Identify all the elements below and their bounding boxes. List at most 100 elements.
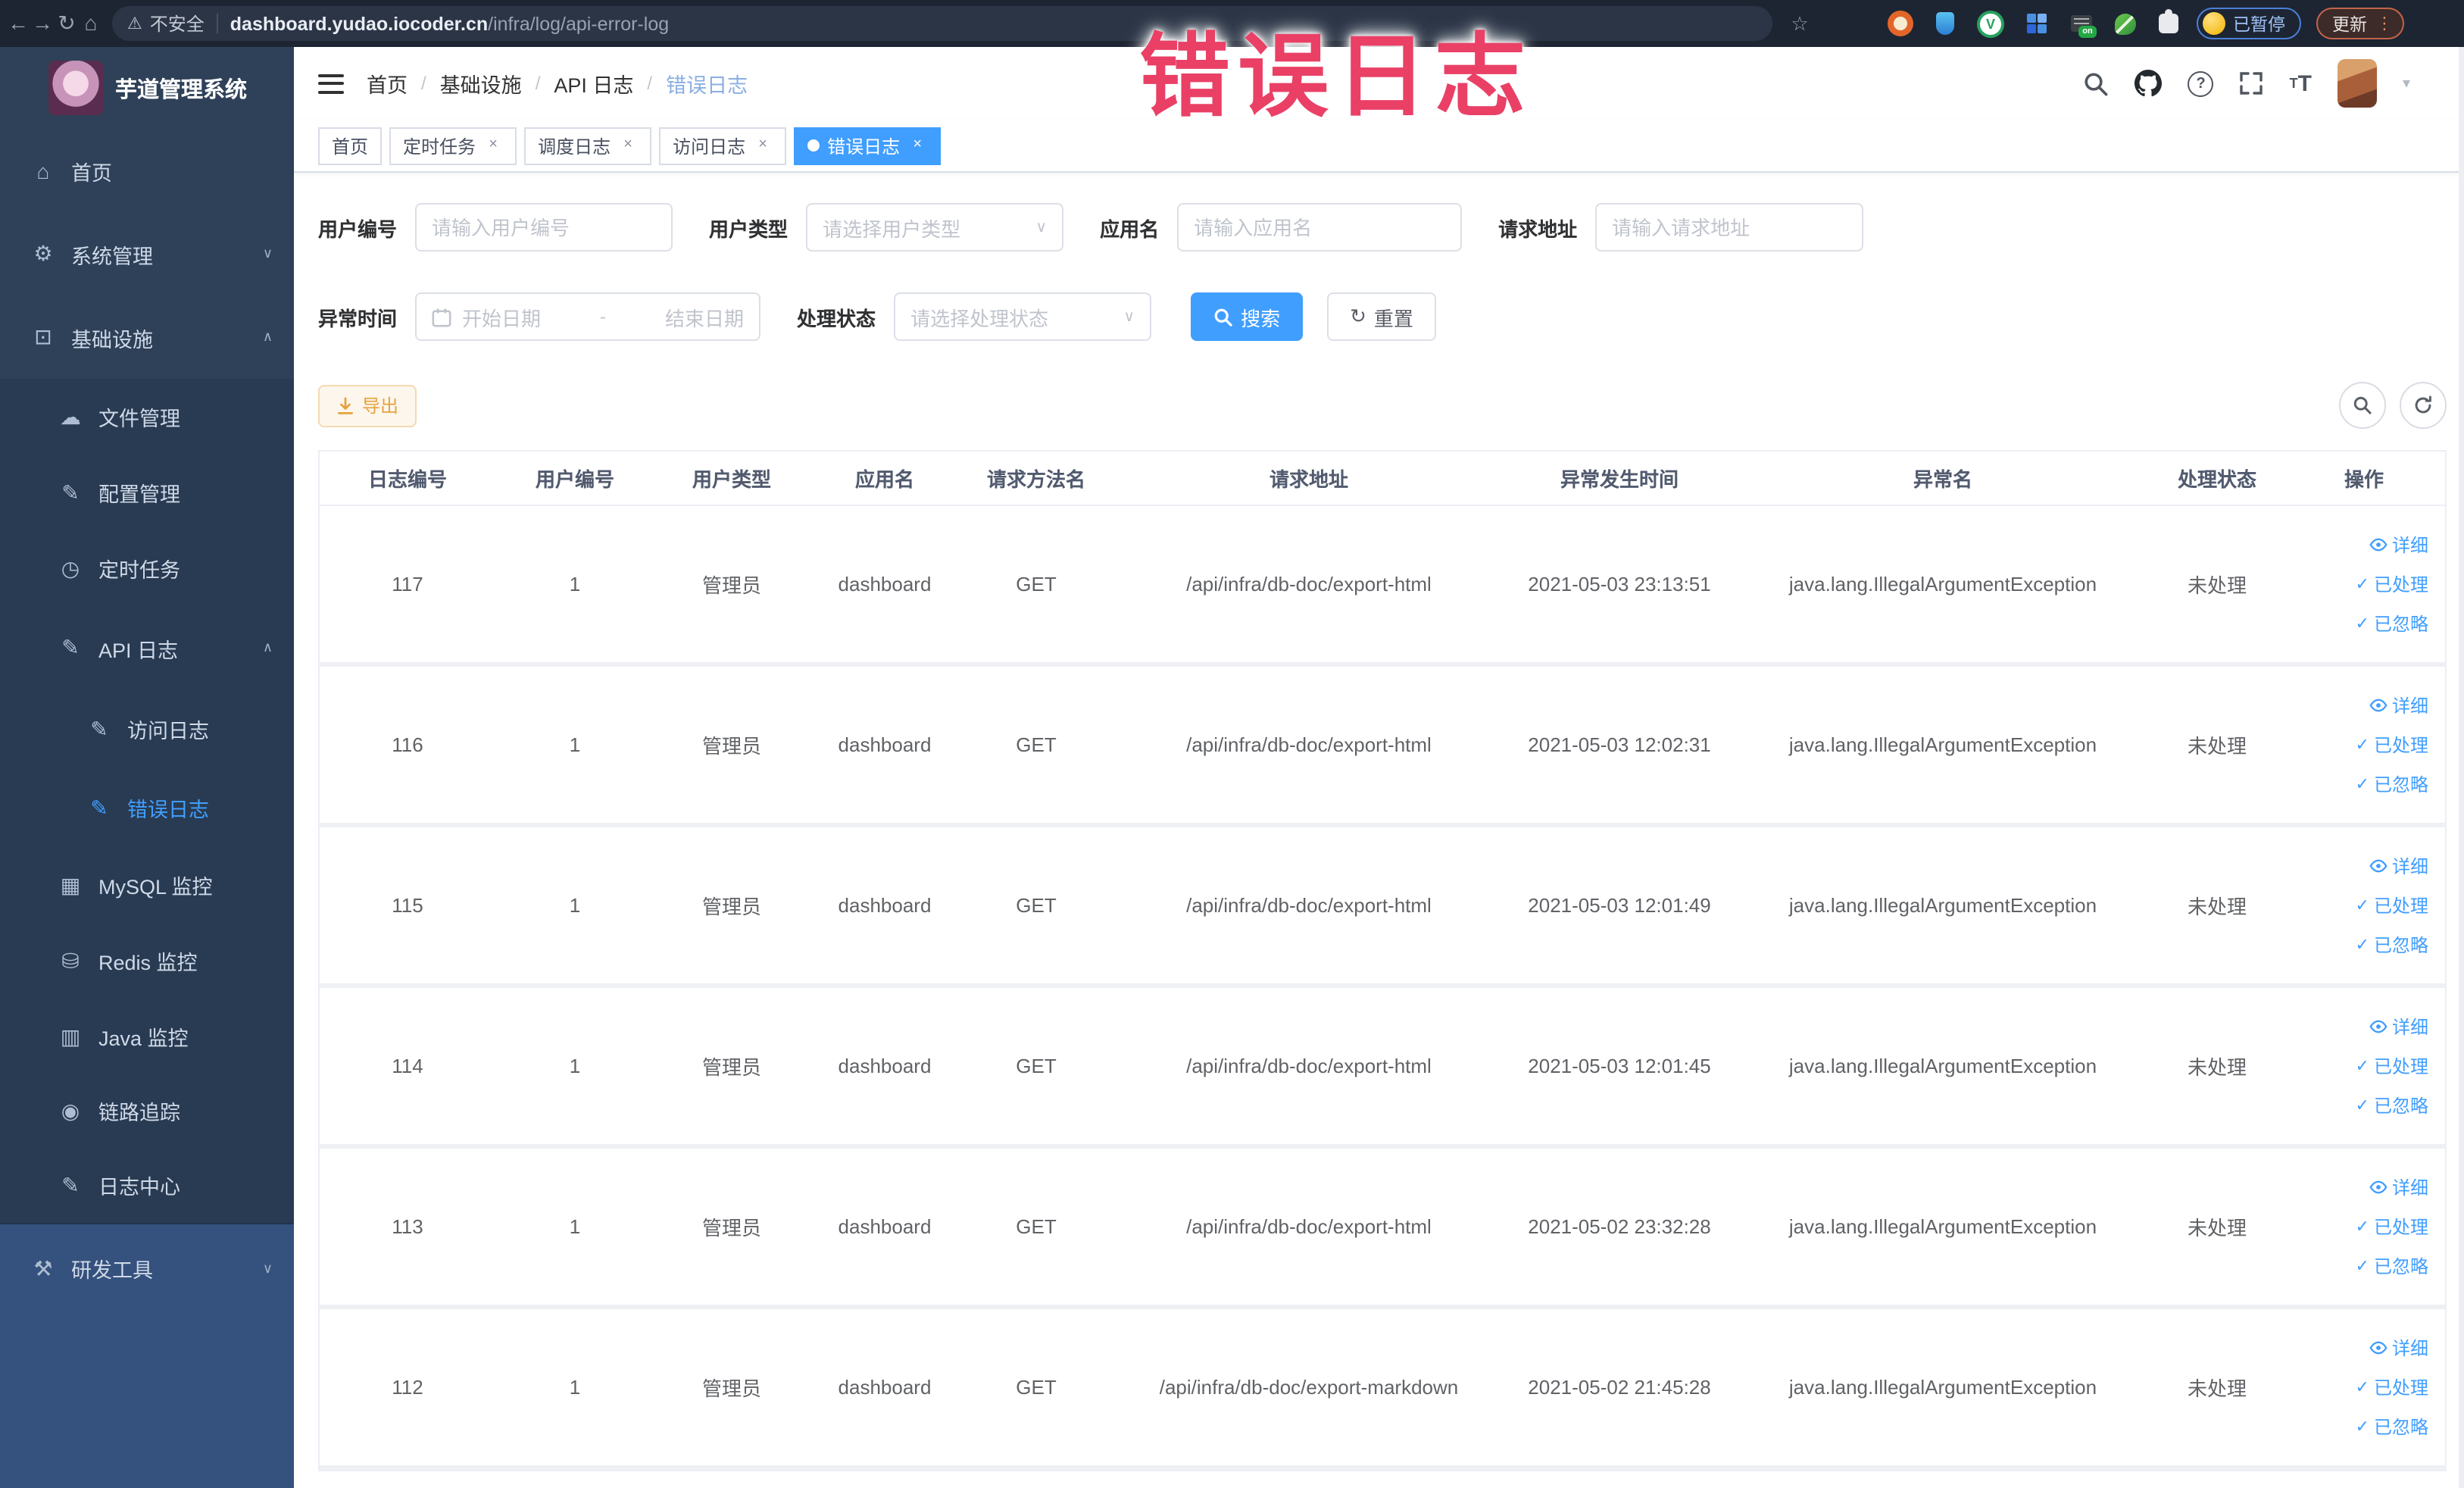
- tab-schedule-log[interactable]: 调度日志 ×: [524, 127, 652, 164]
- sidebar-item-label: 链路追踪: [98, 1102, 180, 1124]
- page-scrollbar[interactable]: [2459, 47, 2464, 1488]
- tab-home[interactable]: 首页: [318, 127, 383, 164]
- mark-processed-link[interactable]: ✓ 已处理: [2356, 571, 2428, 597]
- cell-method: GET: [960, 1146, 1112, 1309]
- address-bar[interactable]: ⚠ 不安全 dashboard.yudao.iocoder.cn/infra/l…: [112, 6, 1772, 41]
- export-button-label: 导出: [362, 395, 399, 417]
- mark-ignored-link[interactable]: ✓ 已忽略: [2356, 771, 2428, 797]
- close-icon[interactable]: ×: [907, 136, 927, 155]
- detail-link[interactable]: 详细: [2369, 532, 2428, 558]
- sidebar-item-access-log[interactable]: ✎ 访问日志: [0, 689, 294, 768]
- bookmark-star-icon[interactable]: ☆: [1788, 0, 1812, 47]
- github-icon[interactable]: [2135, 70, 2163, 97]
- eye-icon: [2369, 538, 2387, 552]
- mark-ignored-link[interactable]: ✓ 已忽略: [2356, 1093, 2428, 1118]
- shield-extension-icon[interactable]: [1936, 12, 1954, 35]
- user-id-input[interactable]: [415, 203, 673, 252]
- table-row: 113 1 管理员 dashboard GET /api/infra/db-do…: [320, 1146, 2447, 1309]
- detail-link[interactable]: 详细: [2369, 853, 2428, 879]
- close-icon[interactable]: ×: [753, 136, 773, 155]
- leaf-extension-icon[interactable]: [2115, 13, 2136, 34]
- font-size-icon[interactable]: TT: [2290, 70, 2312, 96]
- refresh-icon: [2415, 395, 2431, 414]
- download-icon: [338, 396, 353, 414]
- app-name-input[interactable]: [1177, 203, 1463, 252]
- cell-actions: 详细 ✓ 已处理 ✓ 已忽略: [2281, 664, 2447, 827]
- mark-processed-link[interactable]: ✓ 已处理: [2356, 1053, 2428, 1079]
- mark-processed-link[interactable]: ✓ 已处理: [2356, 1214, 2428, 1239]
- detail-link[interactable]: 详细: [2369, 1014, 2428, 1039]
- profile-chip[interactable]: 已暂停: [2197, 8, 2300, 39]
- sidebar-item-java-monitor[interactable]: ▥ Java 监控: [0, 999, 294, 1074]
- forward-icon[interactable]: →: [30, 0, 55, 47]
- refresh-table-button[interactable]: [2400, 382, 2447, 429]
- sidebar-item-system[interactable]: ⚙ 系统管理 ∨: [0, 212, 294, 295]
- sidebar-item-error-log[interactable]: ✎ 错误日志: [0, 768, 294, 847]
- detail-link[interactable]: 详细: [2369, 692, 2428, 718]
- check-icon: ✓: [2355, 736, 2369, 755]
- filter-app-name: 应用名: [1100, 203, 1463, 252]
- green-check-extension-icon[interactable]: V: [1977, 10, 2004, 37]
- sidebar-item-redis-monitor[interactable]: ⛁ Redis 监控: [0, 923, 294, 999]
- sidebar-item-scheduled-task[interactable]: ◷ 定时任务: [0, 530, 294, 606]
- sidebar-item-infra[interactable]: ⊡ 基础设施 ∧: [0, 295, 294, 379]
- sidebar-item-mysql-monitor[interactable]: ▦ MySQL 监控: [0, 847, 294, 923]
- sidebar-item-config-manage[interactable]: ✎ 配置管理: [0, 455, 294, 530]
- sidebar-item-trace[interactable]: ◉ 链路追踪: [0, 1074, 294, 1147]
- export-button[interactable]: 导出: [318, 384, 417, 427]
- browser-home-icon[interactable]: ⌂: [79, 0, 103, 47]
- exception-time-range-picker[interactable]: 开始日期 - 结束日期: [415, 292, 761, 341]
- chevron-down-icon[interactable]: ▾: [2403, 75, 2410, 92]
- grid-extension-icon[interactable]: [2027, 13, 2048, 34]
- reload-icon[interactable]: ↻: [55, 0, 79, 47]
- col-exception-name: 异常名: [1733, 452, 2153, 506]
- process-status-select[interactable]: 请选择处理状态 ∨: [894, 292, 1152, 341]
- help-icon[interactable]: ?: [2188, 70, 2214, 96]
- request-url-input[interactable]: [1595, 203, 1864, 252]
- eye-icon: [2369, 1341, 2387, 1355]
- mark-ignored-link[interactable]: ✓ 已忽略: [2356, 1253, 2428, 1279]
- breadcrumb-home[interactable]: 首页: [367, 68, 408, 98]
- user-type-select[interactable]: 请选择用户类型 ∨: [806, 203, 1064, 252]
- search-icon[interactable]: [2084, 70, 2110, 96]
- sidebar-item-api-log[interactable]: ✎ API 日志 ∧: [0, 606, 294, 689]
- reset-button[interactable]: ↻ 重置: [1327, 292, 1436, 341]
- tab-error-log[interactable]: 错误日志 ×: [794, 127, 942, 164]
- sidebar-collapse-icon[interactable]: [318, 73, 344, 93]
- mark-processed-link[interactable]: ✓ 已处理: [2356, 892, 2428, 918]
- sidebar-item-file-manage[interactable]: ☁ 文件管理: [0, 379, 294, 455]
- cell-request-url: /api/infra/db-doc/export-html: [1112, 505, 1506, 667]
- sidebar-item-log-center[interactable]: ✎ 日志中心: [0, 1147, 294, 1223]
- close-icon[interactable]: ×: [483, 136, 503, 155]
- mark-ignored-link[interactable]: ✓ 已忽略: [2356, 611, 2428, 636]
- sidebar-item-dev-tools[interactable]: ⚒ 研发工具 ∨: [0, 1230, 294, 1306]
- breadcrumb-infra[interactable]: 基础设施: [440, 68, 522, 98]
- close-icon[interactable]: ×: [618, 136, 638, 155]
- mark-processed-link[interactable]: ✓ 已处理: [2356, 1374, 2428, 1400]
- mark-ignored-link[interactable]: ✓ 已忽略: [2356, 1414, 2428, 1440]
- back-icon[interactable]: ←: [6, 0, 30, 47]
- detail-link[interactable]: 详细: [2369, 1174, 2428, 1200]
- page-content: 用户编号 用户类型 请选择用户类型 ∨ 应用名: [294, 173, 2464, 1488]
- mark-processed-link[interactable]: ✓ 已处理: [2356, 732, 2428, 758]
- cell-app-name: dashboard: [809, 825, 960, 988]
- on-switch-extension-icon[interactable]: on: [2071, 15, 2097, 38]
- mark-ignored-link[interactable]: ✓ 已忽略: [2356, 932, 2428, 958]
- tab-label: 访问日志: [673, 136, 746, 157]
- breadcrumb-api-log[interactable]: API 日志: [554, 68, 633, 98]
- kebab-menu-icon[interactable]: ⋮: [2376, 14, 2393, 33]
- fullscreen-icon[interactable]: [2240, 71, 2264, 95]
- detail-link[interactable]: 详细: [2369, 1335, 2428, 1361]
- app-logo[interactable]: 芋道管理系统: [0, 47, 294, 129]
- field-label: 用户编号: [318, 217, 398, 240]
- tab-access-log[interactable]: 访问日志 ×: [659, 127, 787, 164]
- search-button[interactable]: 搜索: [1191, 292, 1304, 341]
- sidebar-item-home[interactable]: ⌂ 首页: [0, 129, 294, 212]
- puzzle-extension-icon[interactable]: [2159, 9, 2178, 33]
- target-extension-icon[interactable]: [1888, 11, 1913, 36]
- col-log-id: 日志编号: [320, 452, 495, 506]
- update-button[interactable]: 更新 ⋮: [2316, 8, 2403, 39]
- avatar[interactable]: [2337, 59, 2377, 108]
- tab-scheduled-task[interactable]: 定时任务 ×: [389, 127, 517, 164]
- toggle-search-button[interactable]: [2339, 382, 2386, 429]
